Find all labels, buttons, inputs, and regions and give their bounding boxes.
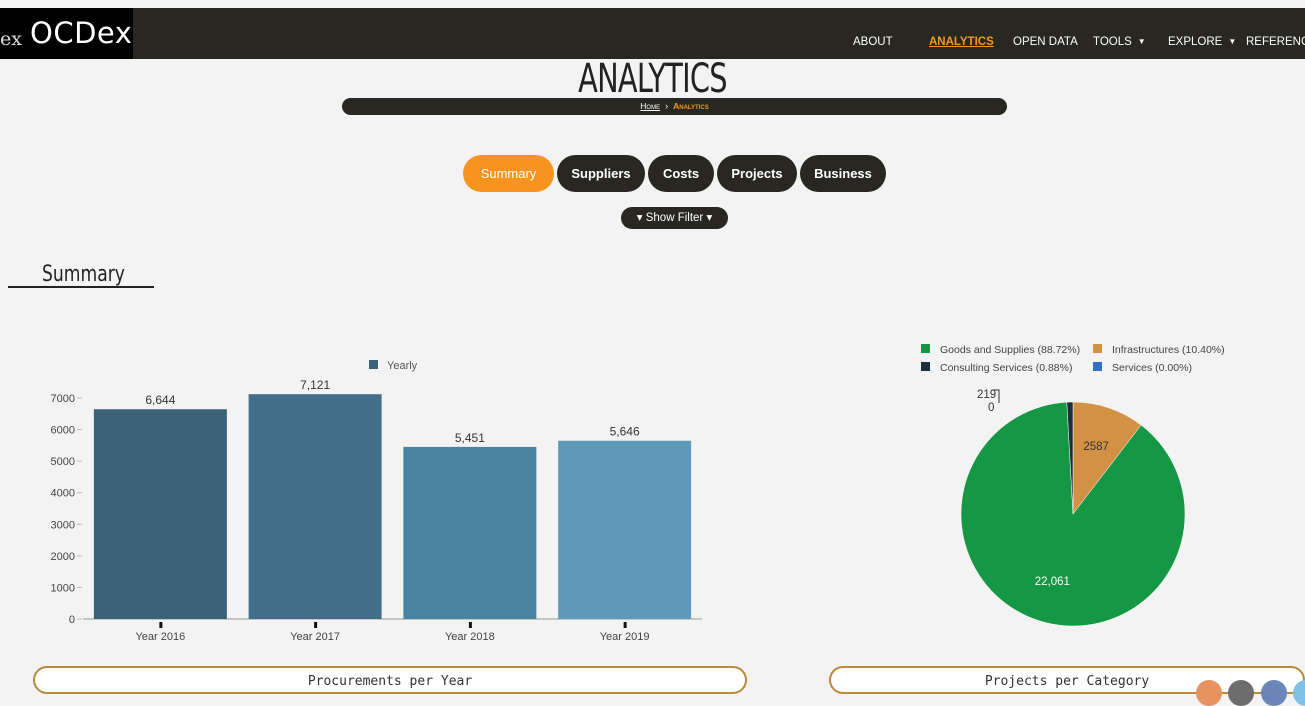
legend-swatch	[921, 344, 930, 353]
nav-item-analytics[interactable]: ANALYTICS	[929, 36, 994, 48]
show-filter-button[interactable]: ▾ Show Filter ▾	[621, 207, 728, 229]
x-tick-mark	[314, 622, 318, 628]
bar-value-label: 6,644	[145, 393, 175, 407]
main-nav: ABOUT ANALYTICS OPEN DATA TOOLS ▼ EXPLORE…	[0, 8, 1305, 59]
section-title: Summary	[42, 262, 125, 287]
bar-chart-caption: Procurements per Year	[33, 666, 747, 694]
x-tick-label: Year 2018	[445, 631, 495, 643]
y-tick-label: 0	[69, 614, 75, 626]
procurements-bar-chart: Yearly 0 1000 2000 3000 4000 5000 6000 7000 6,644…	[51, 360, 702, 643]
x-tick-label: Year 2019	[600, 631, 650, 643]
nav-item-about[interactable]: ABOUT	[853, 36, 893, 48]
email-icon[interactable]	[1228, 680, 1254, 706]
y-tick-label: 1000	[51, 582, 75, 594]
tab-business[interactable]: Business	[800, 155, 886, 192]
projects-pie-chart: Goods and Supplies (88.72%) Infrastructur…	[921, 344, 1225, 627]
facebook-icon[interactable]	[1261, 680, 1287, 706]
slice-value-label: 0	[988, 402, 994, 414]
x-tick-mark	[623, 622, 627, 628]
bar	[403, 446, 537, 619]
tab-summary[interactable]: Summary	[463, 155, 554, 192]
bar-value-label: 5,451	[455, 431, 485, 445]
nav-item-explore[interactable]: EXPLORE ▼	[1168, 36, 1236, 48]
y-tick-label: 4000	[51, 488, 75, 500]
nav-item-open-data[interactable]: OPEN DATA	[1013, 36, 1078, 48]
tab-costs[interactable]: Costs	[648, 155, 714, 192]
y-tick-label: 2000	[51, 551, 75, 563]
section-underline	[8, 286, 154, 288]
chevron-down-icon: ▼	[1137, 37, 1146, 47]
x-tick-mark	[468, 622, 472, 628]
legend-swatch	[1093, 362, 1102, 371]
legend-label: Consulting Services (0.88%)	[940, 362, 1072, 374]
legend-label: Services (0.00%)	[1112, 362, 1192, 374]
y-tick-label: 5000	[51, 456, 75, 468]
slice-value-label: 2587	[1083, 441, 1109, 453]
legend-label: Goods and Supplies (88.72%)	[940, 344, 1080, 356]
slice-value-label: 219	[977, 389, 996, 401]
bar	[248, 394, 382, 619]
y-tick-label: 3000	[51, 519, 75, 531]
chevron-down-icon: ▼	[1228, 37, 1237, 47]
bar	[558, 440, 692, 619]
legend-label: Yearly	[387, 360, 418, 372]
legend-swatch	[369, 360, 378, 369]
bar-value-label: 7,121	[300, 378, 330, 392]
rss-icon[interactable]	[1196, 680, 1222, 706]
y-tick-label: 7000	[51, 393, 75, 405]
legend-swatch	[1093, 344, 1102, 353]
breadcrumb-current: Analytics	[673, 101, 709, 111]
chevron-right-icon: ›	[665, 101, 669, 111]
x-tick-label: Year 2017	[290, 631, 340, 643]
breadcrumb: Home › Analytics	[342, 98, 1007, 115]
tab-suppliers[interactable]: Suppliers	[557, 155, 645, 192]
bar-value-label: 5,646	[610, 425, 640, 439]
x-tick-mark	[159, 622, 163, 628]
page-title: ANALYTICS	[578, 56, 727, 102]
tab-projects[interactable]: Projects	[717, 155, 797, 192]
x-tick-label: Year 2016	[135, 631, 185, 643]
legend-swatch	[921, 362, 930, 371]
nav-item-tools[interactable]: TOOLS ▼	[1093, 36, 1146, 48]
bar	[93, 409, 227, 619]
breadcrumb-home-link[interactable]: Home	[640, 101, 660, 111]
legend-label: Infrastructures (10.40%)	[1112, 344, 1225, 356]
y-tick-label: 6000	[51, 425, 75, 437]
slice-value-label: 22,061	[1035, 576, 1070, 588]
nav-item-reference[interactable]: REFERENCE	[1246, 36, 1305, 48]
